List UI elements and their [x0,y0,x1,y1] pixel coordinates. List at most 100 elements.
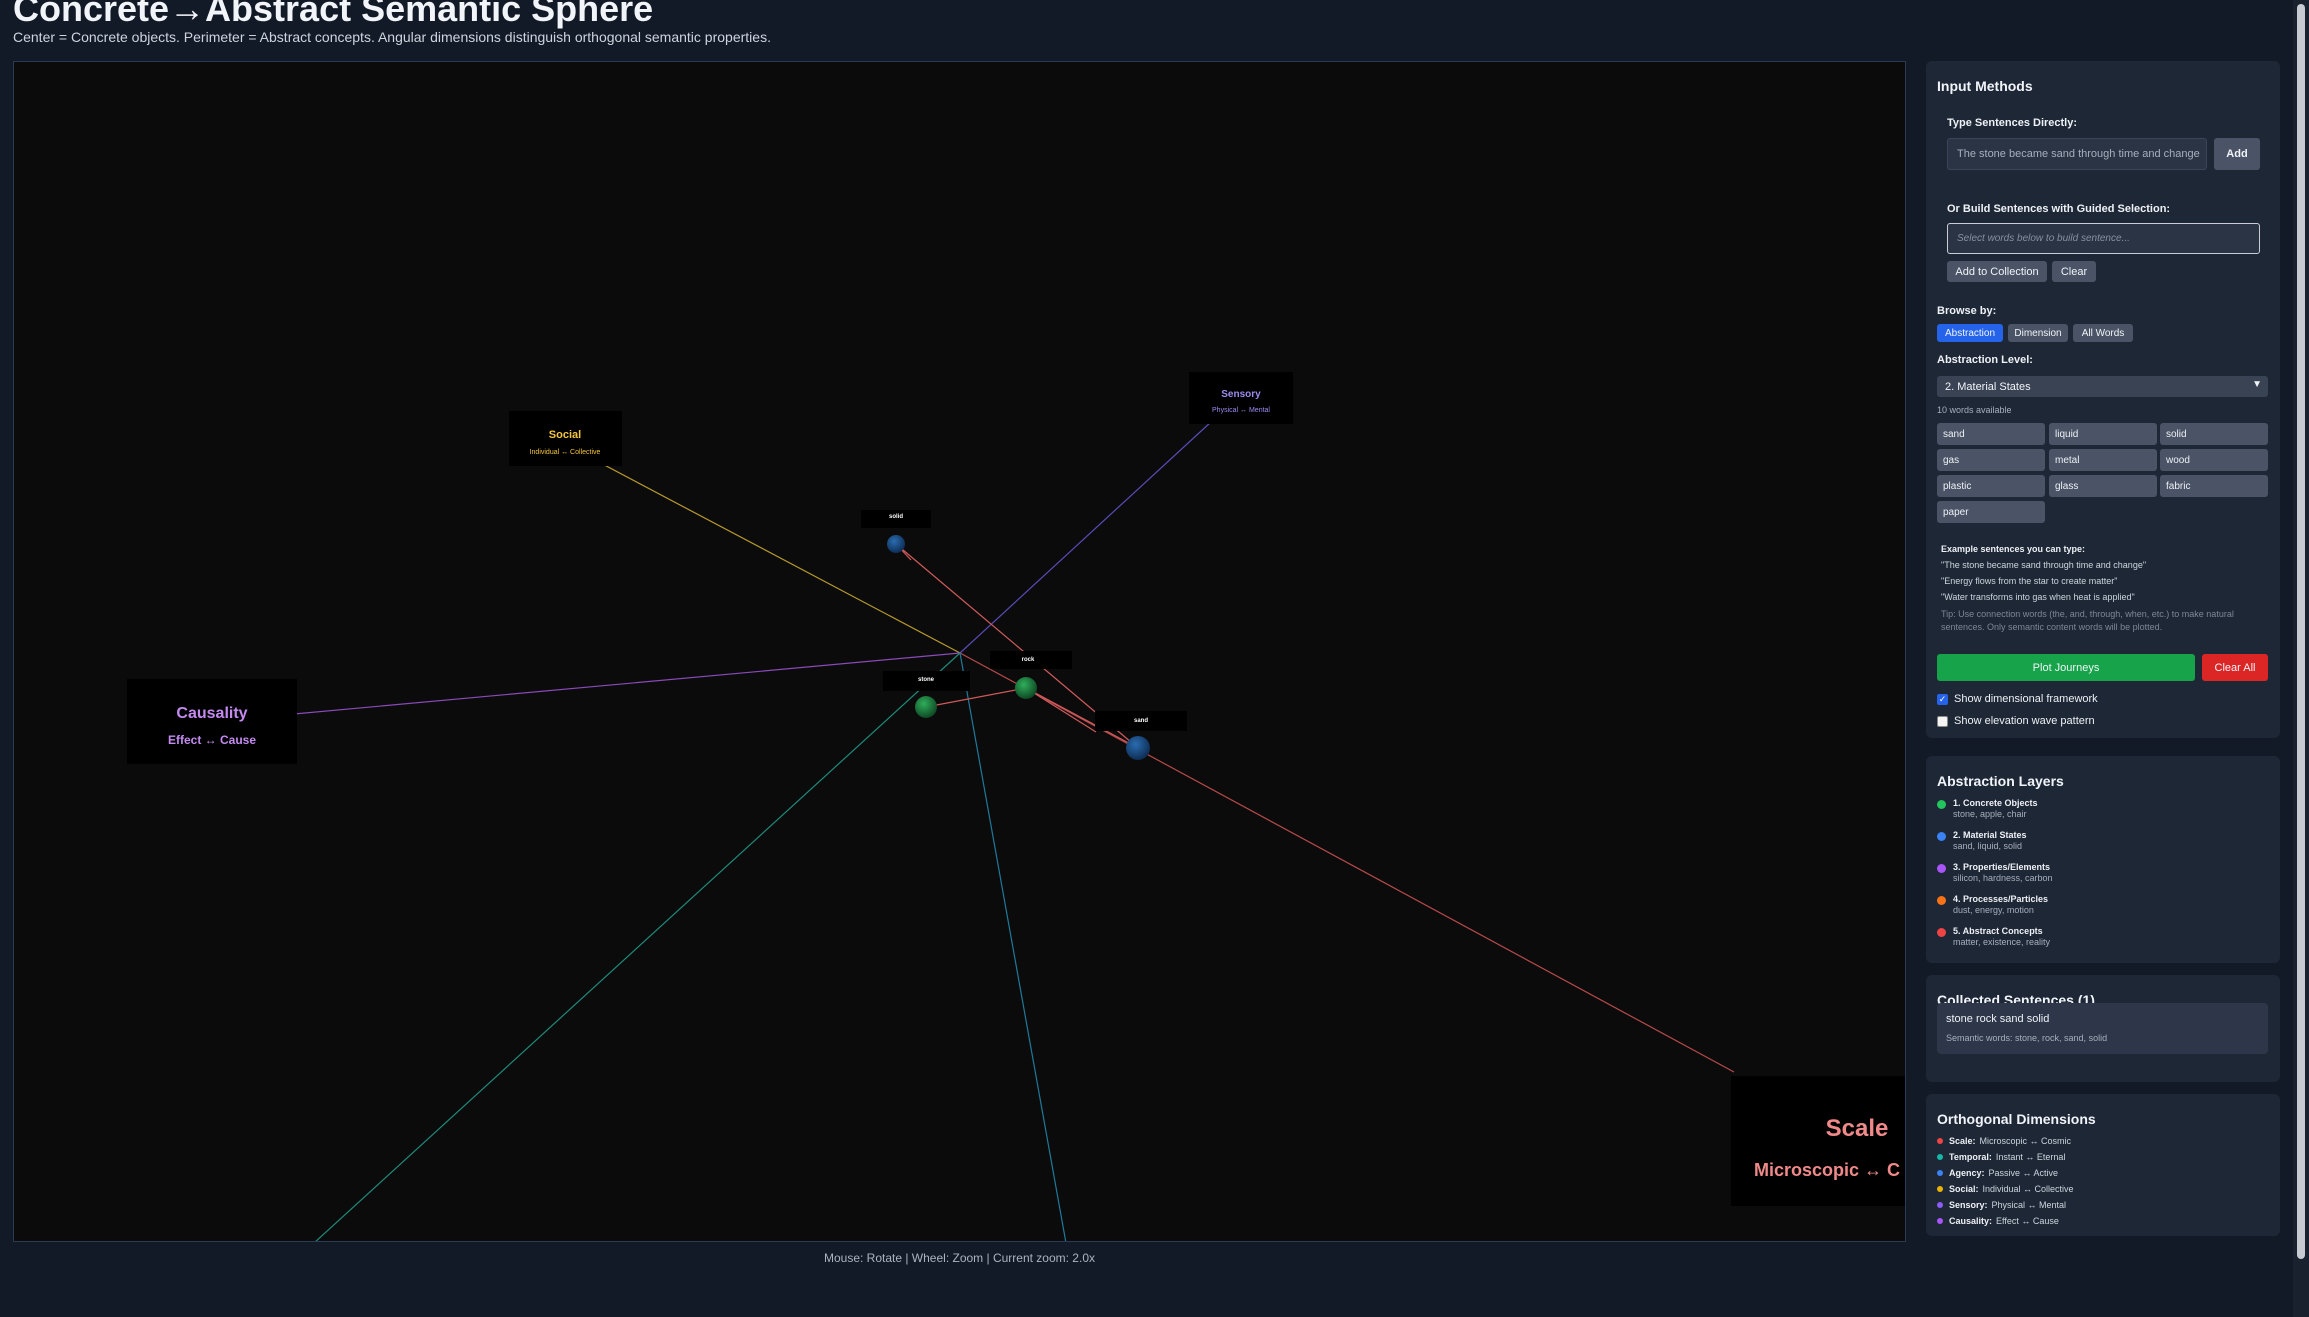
word-chip-paper[interactable]: paper [1937,501,2045,523]
axis-sensory [959,409,1225,654]
word-point-rock[interactable]: rock [990,651,1072,699]
show-wave-toggle[interactable]: Show elevation wave pattern [1937,715,2095,727]
abstraction-layers-title: Abstraction Layers [1937,773,2064,789]
plot-journeys-button[interactable]: Plot Journeys [1937,654,2195,681]
word-chip-solid[interactable]: solid [2160,423,2268,445]
example-sentence: "Water transforms into gas when heat is … [1941,592,2135,602]
show-framework-label: Show dimensional framework [1954,693,2098,705]
dimension-name: Causality: [1949,1216,1993,1226]
dimension-row: Causality: Effect ↔ Cause [1937,1216,2059,1226]
word-label-solid: solid [889,514,903,520]
page-title: Concrete→Abstract Semantic Sphere [13,0,654,29]
dim-label-social: Social Individual ↔ Collective [509,411,622,466]
word-label-sand: sand [1134,718,1148,724]
word-chip-plastic[interactable]: plastic [1937,475,2045,497]
dim-label-sensory-name: Sensory [1221,389,1261,400]
checkbox-checked-icon[interactable]: ✓ [1937,693,1948,705]
show-framework-toggle[interactable]: ✓ Show dimensional framework [1937,693,2098,705]
dimension-name: Sensory: [1949,1200,1988,1210]
abstraction-layers-panel: Abstraction Layers 1. Concrete Objects s… [1926,756,2280,963]
axis-scale [959,652,1735,1073]
dim-label-causality: Causality Effect ↔ Cause [127,679,297,764]
orthogonal-dimensions-panel: Orthogonal Dimensions Scale: Microscopic… [1926,1094,2280,1236]
dimension-name: Temporal: [1949,1152,1992,1162]
input-methods-title: Input Methods [1937,78,2033,94]
dim-label-causality-name: Causality [176,705,247,722]
add-sentence-button[interactable]: Add [2214,138,2260,170]
layer-name: 3. Properties/Elements [1953,862,2051,872]
clear-guided-button[interactable]: Clear [2052,261,2096,282]
type-sentences-label: Type Sentences Directly: [1947,117,2078,129]
dimension-row: Social: Individual ↔ Collective [1937,1184,2074,1194]
dimension-range: Passive ↔ Active [1988,1168,2059,1178]
input-methods-panel: Input Methods Type Sentences Directly: T… [1926,61,2280,738]
chevron-down-icon: ▼ [2252,379,2262,390]
word-label-rock: rock [1022,657,1035,663]
dimension-name: Scale: [1949,1136,1976,1146]
sphere-canvas[interactable]: Scale Microscopic ↔ C Sensory Physical ↔… [13,61,1906,1242]
collected-sentence-semantic: Semantic words: stone, rock, sand, solid [1946,1033,2108,1043]
dim-label-sensory: Sensory Physical ↔ Mental [1189,372,1293,424]
page-subtitle: Center = Concrete objects. Perimeter = A… [13,29,771,45]
word-chip-gas[interactable]: gas [1937,449,2045,471]
clear-all-button[interactable]: Clear All [2202,654,2268,681]
axis-temporal [315,652,961,1241]
abstraction-level-value: 2. Material States [1945,380,2031,393]
word-point-solid[interactable]: solid [861,510,931,553]
dimension-dot [1937,1170,1943,1176]
dimension-dot [1937,1186,1943,1192]
layer-dot [1937,896,1946,905]
collected-sentences-panel: Collected Sentences (1) stone rock sand … [1926,975,2280,1082]
journey-segment [1025,687,1097,733]
collected-sentence-text: stone rock sand solid [1946,1013,2050,1025]
sphere-scene[interactable]: Scale Microscopic ↔ C Sensory Physical ↔… [14,62,1906,1242]
scrollbar-thumb[interactable] [2297,4,2305,1259]
dimension-range: Individual ↔ Collective [1982,1184,2074,1194]
sentence-input[interactable]: The stone became sand through time and c… [1947,138,2207,170]
tab-all-words[interactable]: All Words [2073,324,2133,342]
dimension-dot [1937,1138,1943,1144]
dim-label-scale-name: Scale [1826,1115,1889,1142]
word-chip-fabric[interactable]: fabric [2160,475,2268,497]
dimension-range: Effect ↔ Cause [1996,1216,2059,1226]
layer-dot [1937,832,1946,841]
abstraction-level-select[interactable]: 2. Material States ▼ [1937,376,2268,397]
dimension-dot [1937,1202,1943,1208]
word-chip-sand[interactable]: sand [1937,423,2045,445]
layer-name: 5. Abstract Concepts [1953,926,2043,936]
dimension-name: Social: [1949,1184,1979,1194]
show-wave-label: Show elevation wave pattern [1954,715,2095,727]
guided-sentence-field[interactable]: Select words below to build sentence... [1947,223,2260,254]
word-point-sand[interactable]: sand [1095,711,1187,760]
dimension-row: Temporal: Instant ↔ Eternal [1937,1152,2065,1162]
word-chip-metal[interactable]: metal [2049,449,2157,471]
layer-name: 4. Processes/Particles [1953,894,2049,904]
dimension-range: Physical ↔ Mental [1991,1200,2067,1210]
dim-label-causality-range: Effect ↔ Cause [168,733,256,747]
dimension-name: Agency: [1949,1168,1985,1178]
layer-examples: dust, energy, motion [1953,905,2034,915]
word-chip-wood[interactable]: wood [2160,449,2268,471]
add-to-collection-button[interactable]: Add to Collection [1947,261,2047,282]
word-chip-liquid[interactable]: liquid [2049,423,2157,445]
orthogonal-dimensions-title: Orthogonal Dimensions [1937,1111,2096,1127]
tab-dimension[interactable]: Dimension [2008,324,2068,342]
word-chip-glass[interactable]: glass [2049,475,2157,497]
examples-title: Example sentences you can type: [1941,544,2086,554]
dimension-row: Agency: Passive ↔ Active [1937,1168,2058,1178]
layer-name: 1. Concrete Objects [1953,798,2038,808]
layer-examples: matter, existence, reality [1953,937,2051,947]
checkbox-unchecked-icon[interactable] [1937,715,1948,727]
dimension-dot [1937,1154,1943,1160]
tab-abstraction[interactable]: Abstraction [1937,324,2003,342]
layer-examples: silicon, hardness, carbon [1953,873,2053,883]
layer-dot [1937,864,1946,873]
collected-sentence-card[interactable]: stone rock sand solid Semantic words: st… [1937,1003,2268,1054]
dim-label-social-name: Social [549,429,581,441]
tip-text: Tip: Use connection words (the, and, thr… [1941,609,2234,632]
dimension-range: Microscopic ↔ Cosmic [1979,1136,2072,1146]
abstraction-level-label: Abstraction Level: [1937,354,2033,366]
dim-label-scale: Scale Microscopic ↔ C [1731,1076,1905,1206]
layer-dot [1937,800,1946,809]
layer-name: 2. Material States [1953,830,2027,840]
